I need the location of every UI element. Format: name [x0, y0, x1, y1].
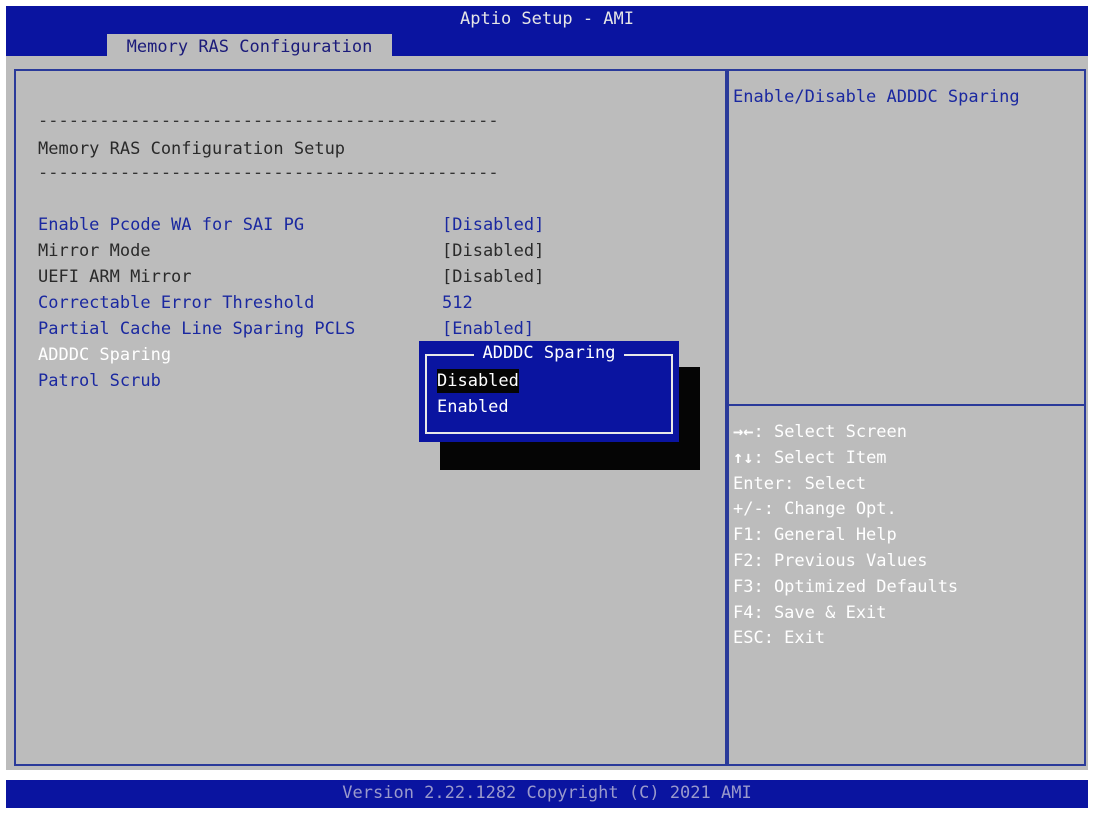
arrows-left-right-icon: →← [733, 422, 754, 442]
setting-label-adddc-sparing[interactable]: ADDDC Sparing [38, 344, 171, 366]
setting-label-partial-cache-line-sparing[interactable]: Partial Cache Line Sparing PCLS [38, 318, 355, 340]
setting-value-pcode-wa[interactable]: [Disabled] [442, 214, 544, 236]
popup-option-disabled[interactable]: Disabled [437, 369, 519, 393]
popup-option-enabled[interactable]: Enabled [437, 395, 509, 419]
popup-title: ADDDC Sparing [419, 343, 679, 363]
popup-border [425, 354, 673, 434]
setting-label-correctable-error-threshold[interactable]: Correctable Error Threshold [38, 292, 314, 314]
footer-bar: Version 2.22.1282 Copyright (C) 2021 AMI [6, 780, 1088, 808]
arrows-up-down-icon: ↑↓ [733, 447, 754, 468]
help-frame [727, 69, 1086, 766]
help-divider [727, 404, 1086, 406]
key-help-esc: ESC: Exit [733, 628, 826, 649]
key-help-f2: F2: Previous Values [733, 550, 928, 571]
key-help-f4: F4: Save & Exit [733, 602, 887, 623]
title-bar: Aptio Setup - AMI Memory RAS Configurati… [6, 6, 1088, 60]
key-help-list: →←: Select Screen ↑↓: Select Item Enter:… [733, 420, 958, 652]
adddc-sparing-popup: ADDDC Sparing Disabled Enabled [419, 341, 679, 442]
key-help-change-opt: +/-: Change Opt. [733, 499, 897, 520]
setting-value-partial-cache-line-sparing[interactable]: [Enabled] [442, 318, 534, 340]
setting-label-pcode-wa[interactable]: Enable Pcode WA for SAI PG [38, 214, 304, 236]
setting-label-patrol-scrub[interactable]: Patrol Scrub [38, 370, 161, 392]
version-text: Version 2.22.1282 Copyright (C) 2021 AMI [342, 783, 752, 803]
setting-label-uefi-arm-mirror: UEFI ARM Mirror [38, 267, 192, 287]
separator-top: ----------------------------------------… [38, 111, 499, 131]
section-heading: Memory RAS Configuration Setup [38, 139, 346, 159]
setting-value-uefi-arm-mirror: [Disabled] [442, 267, 545, 287]
help-description: Enable/Disable ADDDC Sparing [733, 87, 1020, 107]
key-help-select-item: ↑↓: Select Item [733, 447, 887, 468]
key-help-f3: F3: Optimized Defaults [733, 576, 959, 597]
key-help-select-screen: →←: Select Screen [733, 422, 908, 442]
separator-bottom: ----------------------------------------… [38, 163, 499, 183]
setting-label-mirror-mode: Mirror Mode [38, 241, 151, 261]
key-help-f1: F1: General Help [733, 525, 897, 546]
app-title: Aptio Setup - AMI [460, 9, 634, 29]
key-help-enter: Enter: Select [733, 473, 867, 494]
setting-value-mirror-mode: [Disabled] [442, 241, 545, 261]
setting-value-correctable-error-threshold[interactable]: 512 [442, 292, 473, 314]
